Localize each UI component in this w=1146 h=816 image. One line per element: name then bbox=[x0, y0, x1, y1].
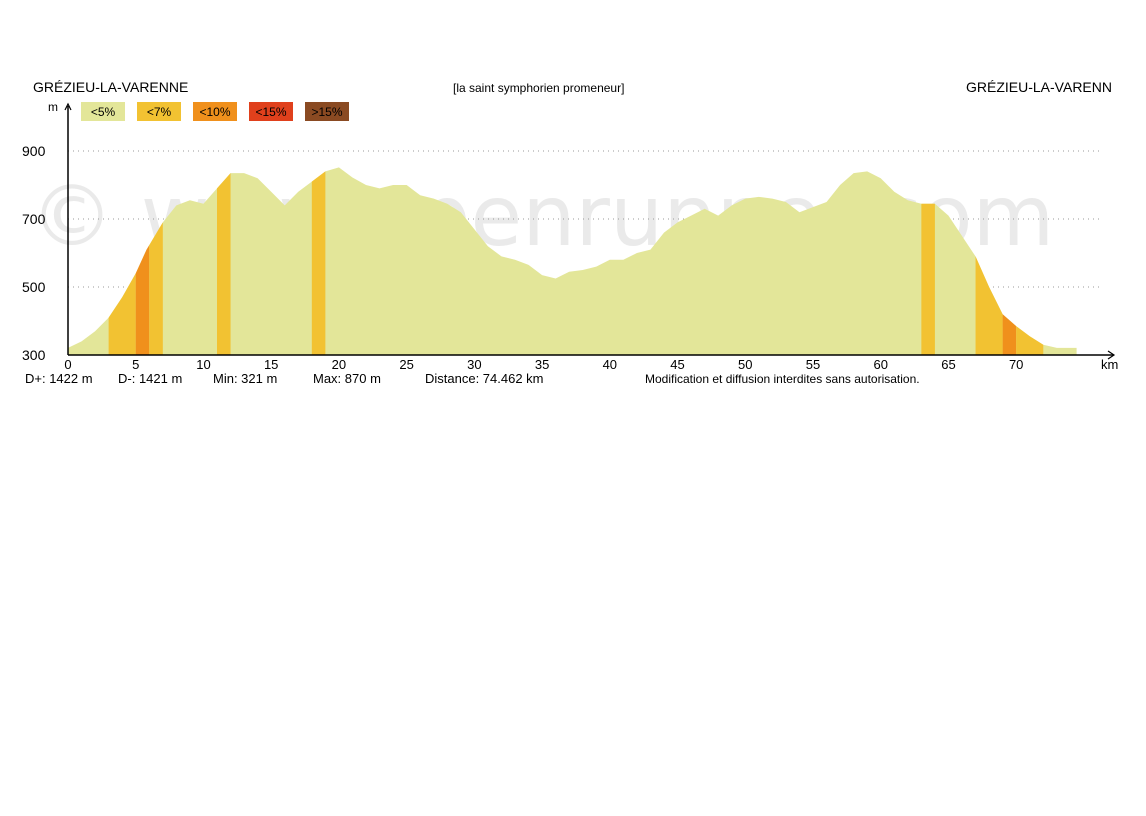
start-place-label: GRÉZIEU-LA-VARENNE bbox=[33, 79, 189, 95]
x-tick-label: 15 bbox=[264, 357, 278, 372]
x-tick-label: 35 bbox=[535, 357, 549, 372]
x-tick-label: 30 bbox=[467, 357, 481, 372]
max-altitude-stat: Max: 870 m bbox=[313, 371, 381, 386]
legend-label: <5% bbox=[91, 105, 116, 119]
slope-band bbox=[975, 256, 1003, 355]
legend-label: <10% bbox=[199, 105, 230, 119]
slope-band bbox=[311, 171, 326, 355]
x-axis-unit: km bbox=[1101, 357, 1118, 372]
slope-band bbox=[1016, 326, 1044, 355]
copyright-notice: Modification et diffusion interdites san… bbox=[645, 372, 920, 386]
y-tick-label: 500 bbox=[22, 279, 46, 295]
slope-band bbox=[921, 203, 935, 355]
x-tick-label: 50 bbox=[738, 357, 752, 372]
legend-label: <15% bbox=[255, 105, 286, 119]
legend-label: >15% bbox=[311, 105, 342, 119]
y-axis-unit: m bbox=[48, 100, 58, 114]
distance-stat: Distance: 74.462 km bbox=[425, 371, 544, 386]
x-tick-label: 55 bbox=[806, 357, 820, 372]
end-place-label: GRÉZIEU-LA-VARENN bbox=[966, 79, 1112, 95]
x-tick-label: 70 bbox=[1009, 357, 1023, 372]
x-tick-label: 5 bbox=[132, 357, 139, 372]
x-tick-label: 65 bbox=[941, 357, 955, 372]
min-altitude-stat: Min: 321 m bbox=[213, 371, 278, 386]
x-tick-label: 45 bbox=[670, 357, 684, 372]
x-tick-label: 10 bbox=[196, 357, 210, 372]
slope-band bbox=[108, 273, 136, 355]
y-tick-label: 300 bbox=[22, 347, 46, 363]
x-tick-label: 0 bbox=[64, 357, 71, 372]
slope-band bbox=[149, 222, 163, 355]
route-name-label: [la saint symphorien promeneur] bbox=[453, 81, 625, 95]
y-tick-label: 700 bbox=[22, 211, 46, 227]
descent-stat: D-: 1421 m bbox=[118, 371, 183, 386]
x-tick-label: 25 bbox=[399, 357, 413, 372]
x-tick-label: 60 bbox=[873, 357, 887, 372]
legend-label: <7% bbox=[147, 105, 172, 119]
slope-band bbox=[217, 173, 231, 355]
ascent-stat: D+: 1422 m bbox=[25, 371, 93, 386]
x-tick-label: 40 bbox=[603, 357, 617, 372]
x-tick-label: 20 bbox=[332, 357, 346, 372]
elevation-profile-chart: © www.openrunner.com300500700900mkm0 5 10 1… bbox=[22, 100, 1118, 372]
slope-band bbox=[1002, 314, 1017, 355]
y-tick-label: 900 bbox=[22, 143, 46, 159]
